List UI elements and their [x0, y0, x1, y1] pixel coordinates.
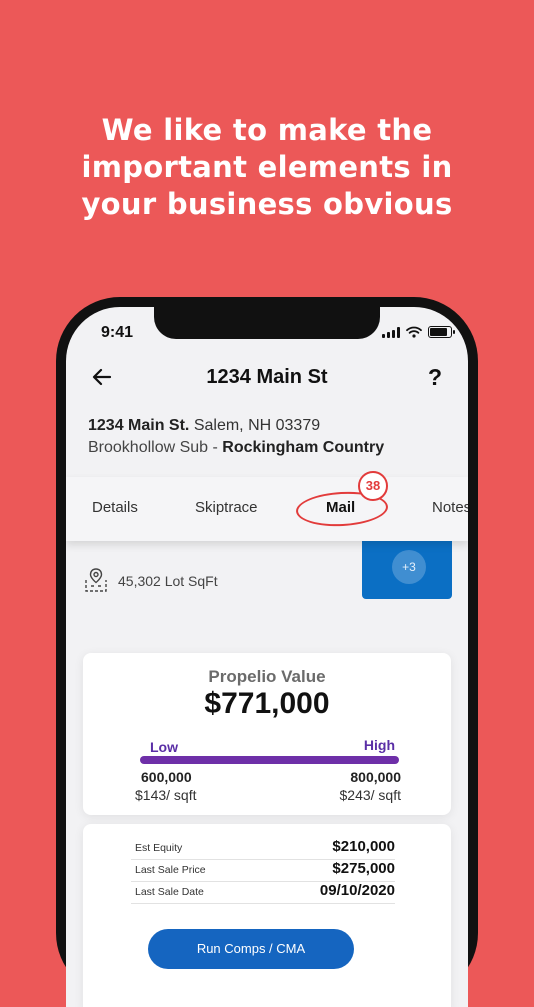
headline-line-2: important elements in [81, 150, 453, 184]
stat-value: $210,000 [332, 838, 395, 855]
valuation-value: $771,000 [204, 687, 330, 720]
valuation-card: Propelio Value $771,000 Low High 600,000… [83, 653, 451, 815]
stat-row-last-sale-date: Last Sale Date 09/10/2020 [131, 882, 395, 904]
property-content: 45,302 Lot SqFt +3 Propelio Value $771,0… [66, 535, 468, 1007]
map-pin-icon [85, 568, 107, 592]
mail-count-badge: 38 [358, 471, 388, 501]
headline: We like to make the important elements i… [0, 112, 534, 223]
range-high-label: High [363, 737, 395, 753]
wifi-icon [406, 326, 422, 338]
street-address: 1234 Main St. [88, 417, 190, 434]
stat-value: 09/10/2020 [319, 882, 395, 899]
battery-icon [428, 326, 455, 338]
high-amount: 800,000 [350, 769, 401, 785]
status-time: 9:41 [101, 324, 134, 341]
range-low-label: Low [150, 739, 178, 755]
tab-details[interactable]: Details [92, 499, 138, 516]
status-icons [382, 326, 455, 338]
page-title: 1234 Main St [206, 366, 328, 388]
stat-value: $275,000 [332, 860, 395, 877]
address-line-2: Brookhollow Sub - Rockingham Country [88, 439, 384, 457]
phone-screen: 9:41 1234 Main St ? 1234 Main St. Salem,… [66, 307, 468, 1007]
value-range-bar [140, 756, 399, 764]
tab-notes[interactable]: Notes [432, 499, 468, 516]
stat-label: Est Equity [135, 842, 183, 854]
county: Rockingham Country [222, 439, 385, 456]
signal-icon [382, 326, 400, 338]
high-per-sqft: $243/ sqft [339, 787, 402, 803]
headline-line-1: We like to make the [101, 113, 433, 147]
tab-mail[interactable]: Mail [326, 499, 355, 516]
low-amount: 600,000 [141, 769, 192, 785]
stat-label: Last Sale Price [135, 864, 206, 876]
city-state: Salem, NH 03379 [193, 417, 321, 434]
phone-notch [154, 307, 380, 339]
stat-label: Last Sale Date [135, 886, 204, 898]
valuation-title: Propelio Value [208, 667, 326, 686]
tab-bar: Details Skiptrace Mail 38 Notes [66, 471, 468, 541]
stat-row-last-sale-price: Last Sale Price $275,000 [131, 860, 395, 882]
run-comps-button[interactable]: Run Comps / CMA [148, 929, 354, 969]
stat-row-equity: Est Equity $210,000 [131, 838, 395, 860]
address-line-1: 1234 Main St. Salem, NH 03379 [88, 417, 320, 435]
stats-card: Est Equity $210,000 Last Sale Price $275… [83, 824, 451, 1007]
lot-size: 45,302 Lot SqFt [118, 573, 218, 589]
more-photos-button[interactable]: +3 [392, 550, 426, 584]
subdivision: Brookhollow Sub - [88, 439, 218, 456]
low-per-sqft: $143/ sqft [135, 787, 197, 803]
help-button[interactable]: ? [428, 364, 442, 391]
tab-skiptrace[interactable]: Skiptrace [195, 499, 258, 516]
headline-line-3: your business obvious [81, 187, 453, 221]
